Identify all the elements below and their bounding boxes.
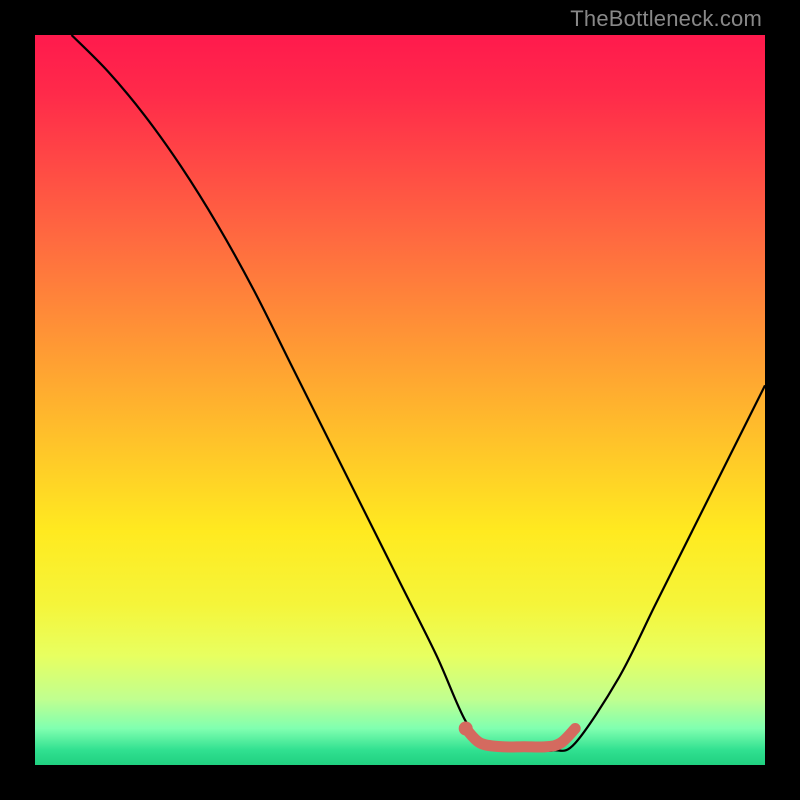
plot-area (35, 35, 765, 765)
chart-container: TheBottleneck.com (0, 0, 800, 800)
optimal-marker-dot (459, 722, 473, 736)
curve-svg (35, 35, 765, 765)
watermark-text: TheBottleneck.com (570, 6, 762, 32)
optimal-marker-line (466, 729, 576, 748)
bottleneck-curve (72, 35, 766, 751)
